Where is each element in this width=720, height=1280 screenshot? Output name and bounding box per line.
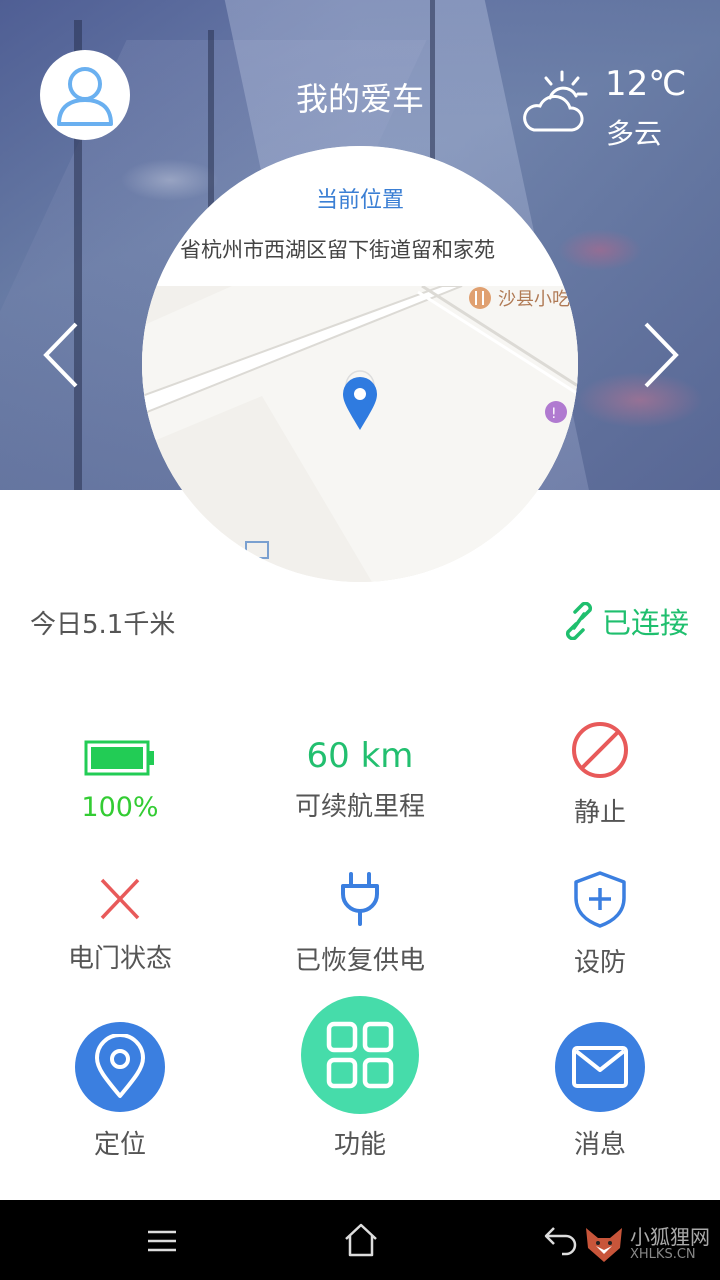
defense-status[interactable]: 设防 [480,870,720,979]
shopping-poi-icon[interactable]: ! [545,401,567,423]
connection-label: 已连接 [602,606,690,640]
avatar[interactable] [40,50,130,140]
watermark-domain: XHLKS.CN [630,1247,696,1262]
messages-label-cell: 消息 [480,1124,720,1161]
watermark: 小狐狸网 XHLKS.CN [582,1222,710,1266]
location-pin-icon [95,1034,145,1098]
fox-logo-icon [586,1228,622,1262]
power-label: 已恢复供电 [294,946,425,976]
door-status: 电门状态 [0,874,240,975]
battery-status: 100% [0,738,240,823]
locate-label-cell: 定位 [0,1124,240,1161]
door-label: 电门状态 [67,944,172,974]
svg-text:!: ! [551,406,557,422]
locate-label: 定位 [93,1130,146,1160]
close-icon [100,878,140,920]
stop-icon [572,722,628,778]
motion-label: 静止 [573,798,626,828]
weather-condition: 多云 [606,117,663,150]
location-address: 省杭州市西湖区留下街道留和家苑 [180,238,495,262]
restaurant-poi-icon[interactable] [469,287,491,309]
locate-button[interactable] [75,1022,165,1112]
range-value: 60 km [306,736,414,776]
link-icon [566,602,592,640]
messages-label: 消息 [573,1130,626,1160]
range-status: 60 km 可续航里程 [240,736,480,823]
power-status: 已恢复供电 [240,870,480,977]
watermark-brand: 小狐狸网 [630,1225,710,1249]
page-title: 我的爱车 [295,80,424,118]
location-title: 当前位置 [315,188,404,213]
plug-icon [341,872,379,926]
messages-button[interactable] [555,1022,645,1112]
back-icon[interactable] [542,1222,578,1258]
functions-button[interactable] [301,996,419,1114]
functions-label-cell: 功能 [240,1124,480,1161]
range-label: 可续航里程 [294,792,425,822]
next-arrow-icon[interactable] [640,320,684,390]
temperature: 12℃ [605,64,687,104]
poi-label: 沙县小吃 [498,289,570,310]
user-icon [57,67,113,126]
home-icon[interactable] [343,1222,379,1258]
location-map-card[interactable]: 当前位置 省杭州市西湖区留下街道留和家苑 沙县小吃 ! [142,146,578,582]
location-header: 当前位置 省杭州市西湖区留下街道留和家苑 [142,146,578,286]
grid-icon [326,1021,394,1089]
cloudy-weather-icon [523,70,588,132]
functions-label: 功能 [333,1130,386,1160]
motion-status: 静止 [480,720,720,829]
map-view[interactable]: 沙县小吃 ! [142,286,578,582]
battery-percent: 100% [81,792,159,823]
battery-icon [84,740,154,776]
connection-status[interactable]: 已连接 [562,600,689,642]
today-distance: 今日5.1千米 [30,610,176,640]
menu-icon[interactable] [146,1222,178,1258]
previous-arrow-icon[interactable] [38,320,82,390]
mail-icon [572,1046,628,1088]
shield-icon [574,871,626,928]
defense-label: 设防 [573,948,626,978]
